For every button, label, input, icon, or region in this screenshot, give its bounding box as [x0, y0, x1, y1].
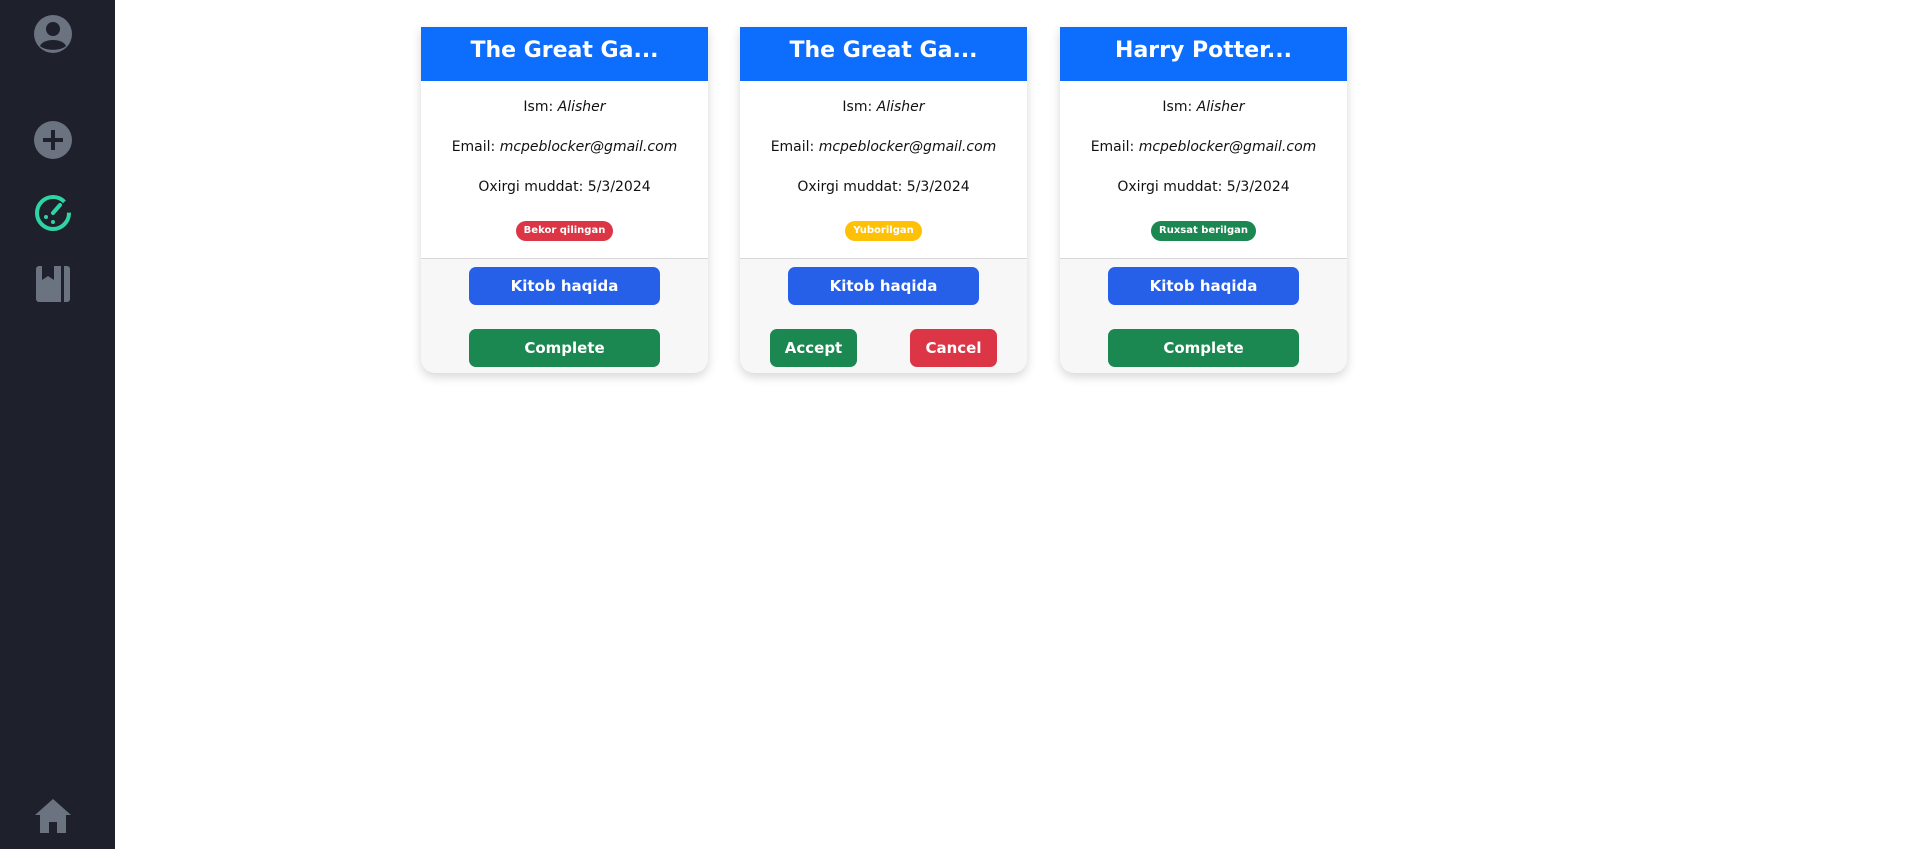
- name-value: Alisher: [557, 99, 606, 115]
- card-footer: Kitob haqida Complete: [421, 259, 708, 373]
- email-value: mcpeblocker@gmail.com: [1138, 139, 1317, 155]
- deadline-value: 5/3/2024: [1226, 179, 1290, 195]
- deadline-line: Oxirgi muddat: 5/3/2024: [740, 173, 1027, 213]
- card-body: Ism: Alisher Email: mcpeblocker@gmail.co…: [1060, 81, 1347, 259]
- email-label: Email:: [451, 139, 496, 155]
- name-value: Alisher: [876, 99, 925, 115]
- name-label: Ism:: [523, 99, 554, 115]
- about-book-button[interactable]: Kitob haqida: [469, 267, 660, 305]
- deadline-label: Oxirgi muddat:: [1117, 179, 1223, 195]
- email-label: Email:: [1090, 139, 1135, 155]
- name-line: Ism: Alisher: [1060, 81, 1347, 133]
- status-badge: Bekor qilingan: [515, 221, 614, 241]
- complete-button[interactable]: Complete: [1108, 329, 1299, 367]
- timer-icon[interactable]: [29, 188, 77, 236]
- cancel-button[interactable]: Cancel: [910, 329, 997, 367]
- card-body: Ism: Alisher Email: mcpeblocker@gmail.co…: [740, 81, 1027, 259]
- about-book-button[interactable]: Kitob haqida: [788, 267, 979, 305]
- deadline-line: Oxirgi muddat: 5/3/2024: [1060, 173, 1347, 213]
- card-body: Ism: Alisher Email: mcpeblocker@gmail.co…: [421, 81, 708, 259]
- card-title: Harry Potter...: [1060, 27, 1347, 81]
- deadline-value: 5/3/2024: [906, 179, 970, 195]
- book-icon[interactable]: [29, 260, 77, 308]
- email-label: Email:: [770, 139, 815, 155]
- request-card: The Great Ga... Ism: Alisher Email: mcpe…: [421, 27, 708, 373]
- email-line: Email: mcpeblocker@gmail.com: [740, 133, 1027, 173]
- deadline-line: Oxirgi muddat: 5/3/2024: [421, 173, 708, 213]
- email-line: Email: mcpeblocker@gmail.com: [1060, 133, 1347, 173]
- card-footer: Kitob haqida Complete: [1060, 259, 1347, 373]
- card-title: The Great Ga...: [740, 27, 1027, 81]
- status-badge: Ruxsat berilgan: [1151, 221, 1256, 241]
- deadline-label: Oxirgi muddat:: [797, 179, 903, 195]
- name-label: Ism:: [1162, 99, 1193, 115]
- user-circle-icon[interactable]: [29, 10, 77, 58]
- request-card: The Great Ga... Ism: Alisher Email: mcpe…: [740, 27, 1027, 373]
- complete-button[interactable]: Complete: [469, 329, 660, 367]
- name-line: Ism: Alisher: [421, 81, 708, 133]
- deadline-label: Oxirgi muddat:: [478, 179, 584, 195]
- about-book-button[interactable]: Kitob haqida: [1108, 267, 1299, 305]
- email-value: mcpeblocker@gmail.com: [499, 139, 678, 155]
- email-value: mcpeblocker@gmail.com: [818, 139, 997, 155]
- name-label: Ism:: [842, 99, 873, 115]
- card-title: The Great Ga...: [421, 27, 708, 81]
- email-line: Email: mcpeblocker@gmail.com: [421, 133, 708, 173]
- deadline-value: 5/3/2024: [587, 179, 651, 195]
- plus-circle-icon[interactable]: [29, 116, 77, 164]
- home-icon[interactable]: [29, 792, 77, 840]
- request-card: Harry Potter... Ism: Alisher Email: mcpe…: [1060, 27, 1347, 373]
- sidebar: [0, 0, 115, 849]
- status-badge: Yuborilgan: [845, 221, 922, 241]
- accept-button[interactable]: Accept: [770, 329, 857, 367]
- name-line: Ism: Alisher: [740, 81, 1027, 133]
- card-footer: Kitob haqida Accept Cancel: [740, 259, 1027, 373]
- name-value: Alisher: [1196, 99, 1245, 115]
